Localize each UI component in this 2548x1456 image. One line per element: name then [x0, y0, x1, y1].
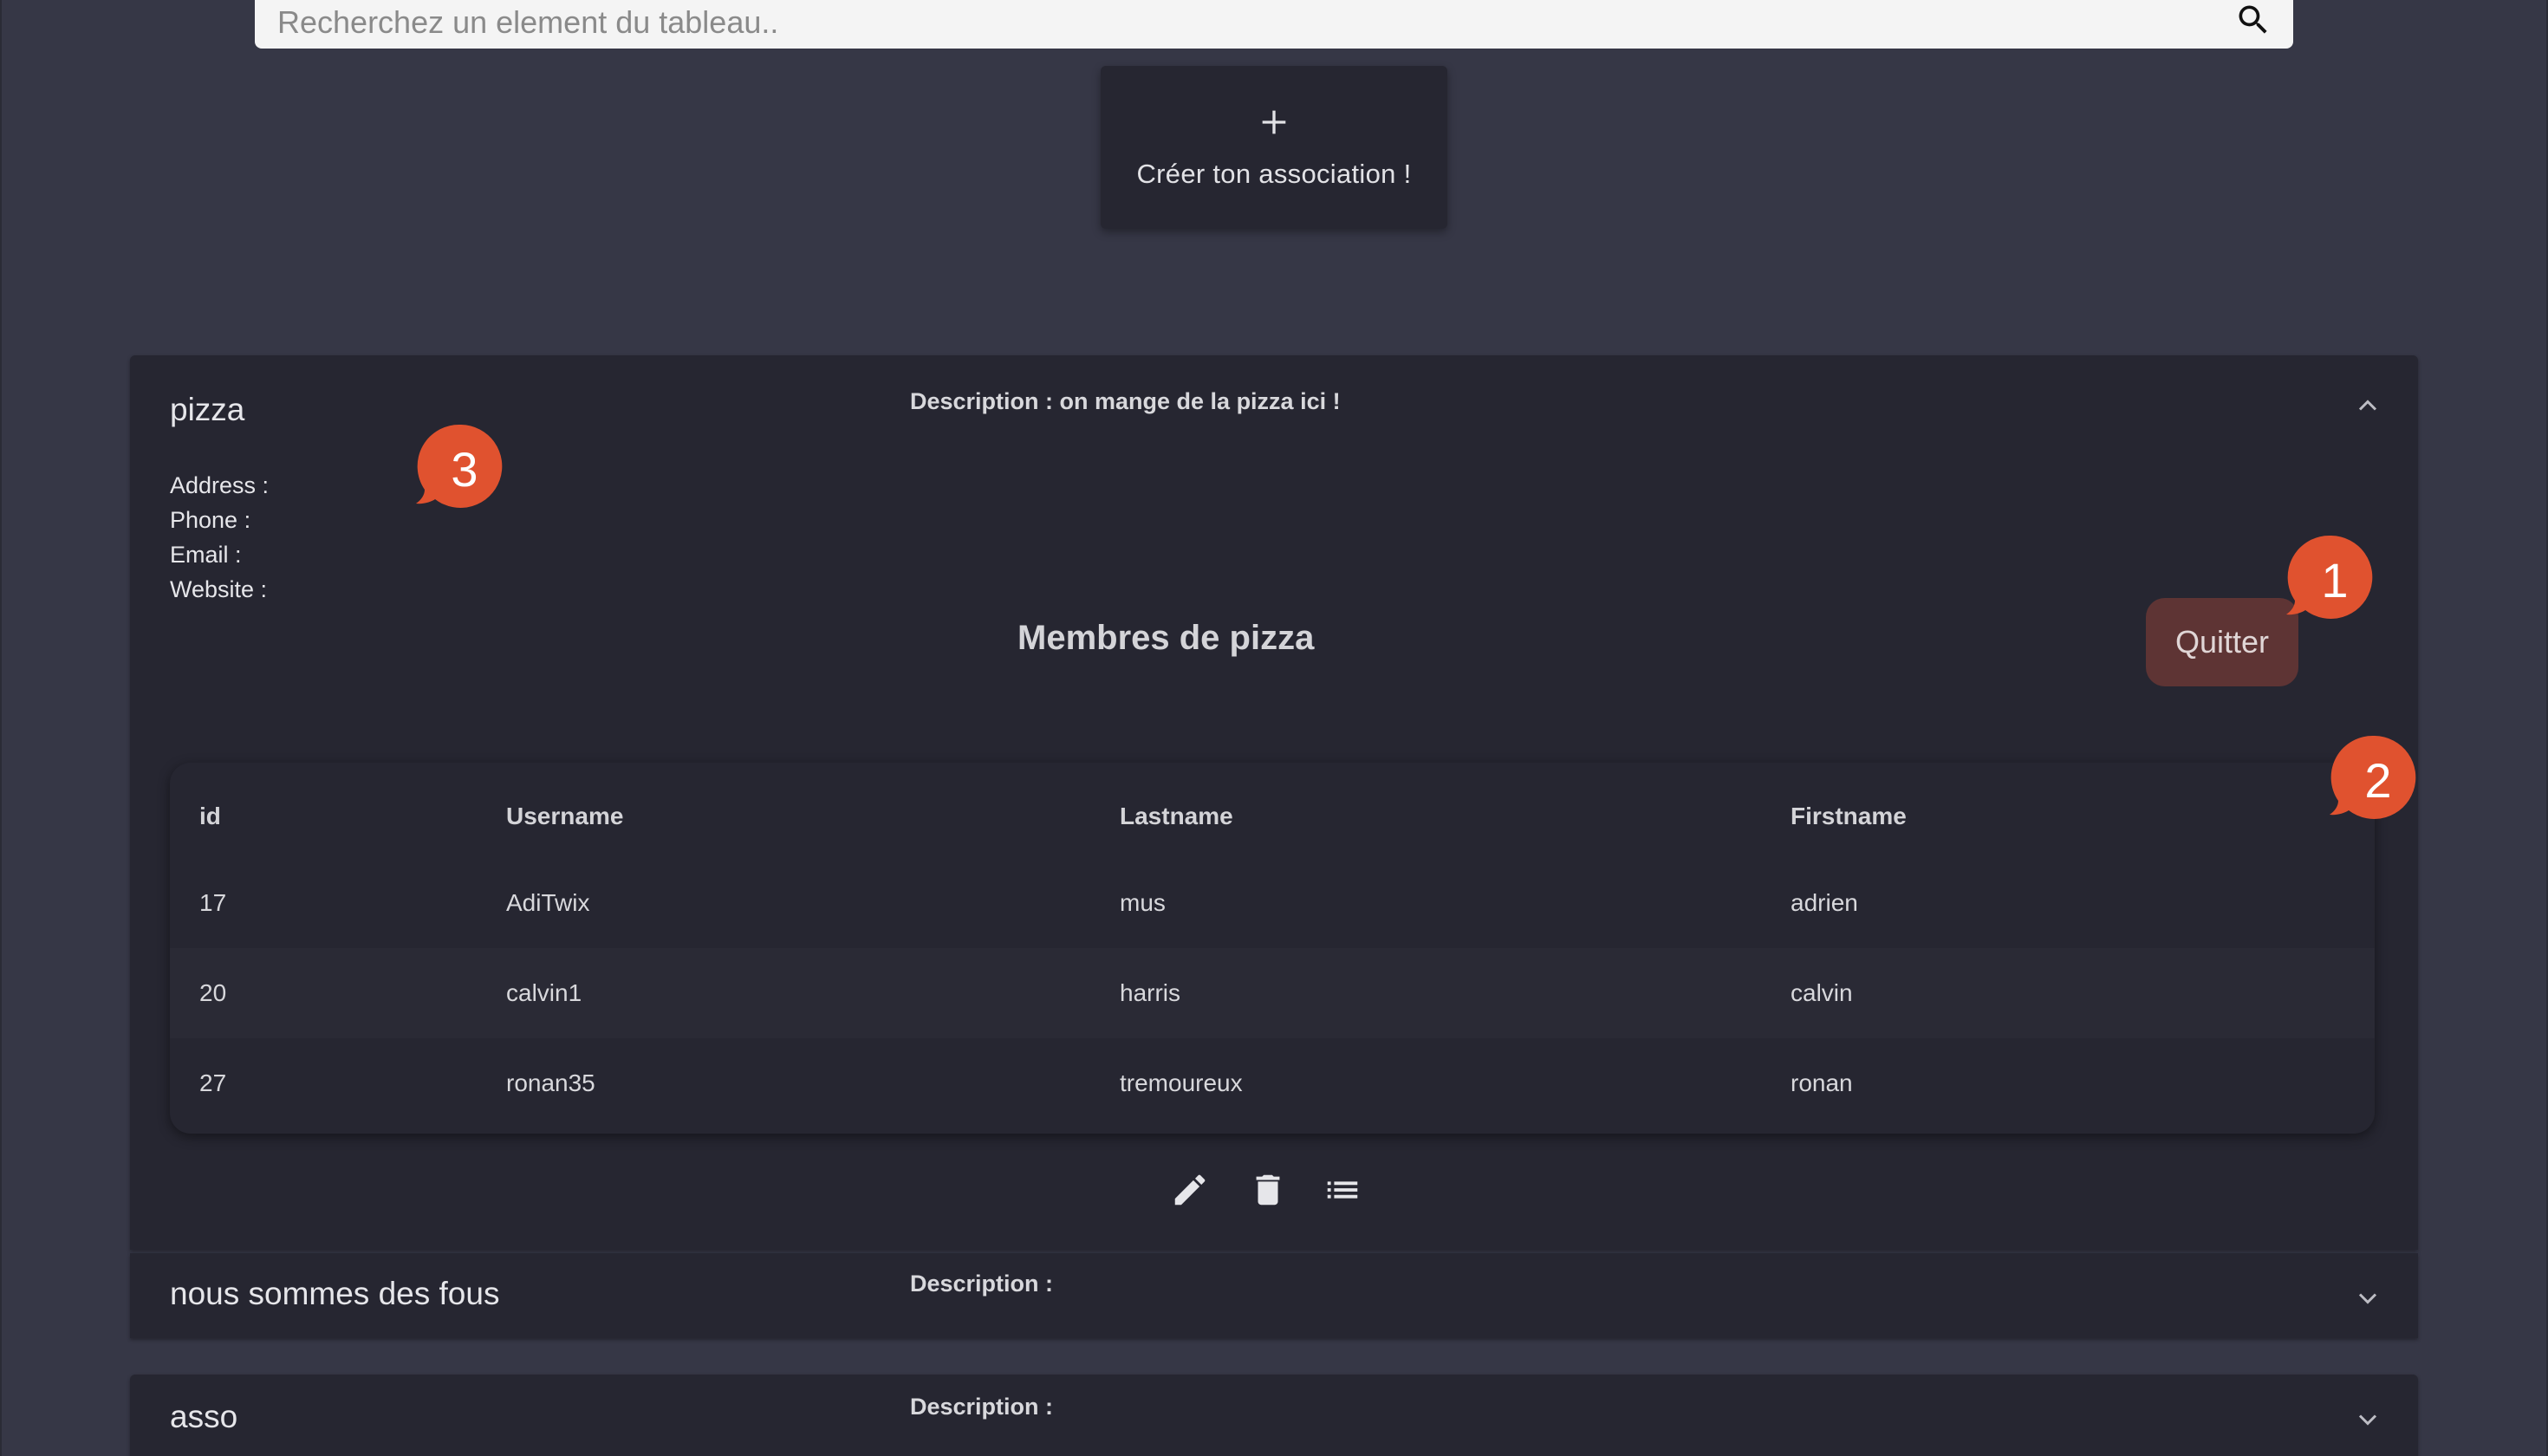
website-label: Website :	[170, 576, 268, 602]
search-icon[interactable]	[2234, 1, 2272, 39]
window-edge-left	[0, 0, 2, 1456]
address-label: Address :	[170, 472, 270, 498]
cell-username: ronan35	[506, 1069, 595, 1096]
association-description: Description :	[910, 1394, 1054, 1420]
cell-username: AdiTwix	[506, 889, 590, 916]
association-name[interactable]: pizza	[170, 392, 244, 428]
cell-firstname: ronan	[1791, 1069, 1853, 1096]
column-header-lastname[interactable]: Lastname	[1120, 763, 1233, 858]
cell-id: 17	[199, 889, 227, 916]
delete-icon[interactable]	[1248, 1170, 1288, 1210]
column-header-username[interactable]: Username	[506, 763, 623, 858]
create-association-label: Créer ton association !	[1136, 159, 1412, 189]
association-name[interactable]: asso	[170, 1399, 237, 1435]
chevron-down-icon[interactable]	[2352, 1283, 2383, 1314]
list-icon[interactable]	[1323, 1170, 1362, 1210]
callout-marker-2: 2	[2323, 731, 2418, 826]
column-header-id[interactable]: id	[199, 763, 221, 858]
table-row[interactable]: 20 calvin1 harris calvin	[170, 948, 2375, 1038]
plus-icon	[1262, 110, 1286, 134]
chevron-up-icon[interactable]	[2352, 390, 2383, 421]
cell-lastname: tremoureux	[1120, 1069, 1243, 1096]
cell-username: calvin1	[506, 979, 582, 1006]
cell-id: 27	[199, 1069, 227, 1096]
association-panel-nous-sommes-des-fous[interactable]: nous sommes des fous Description :	[130, 1253, 2418, 1338]
association-actions	[1170, 1170, 1378, 1222]
cell-lastname: mus	[1120, 889, 1166, 916]
quit-button[interactable]: Quitter	[2146, 598, 2298, 686]
table-row[interactable]: 17 AdiTwix mus adrien	[170, 858, 2375, 948]
search-input[interactable]	[276, 0, 2234, 42]
association-panel-asso[interactable]: asso Description :	[130, 1375, 2418, 1456]
callout-number: 1	[2321, 552, 2349, 608]
create-association-button[interactable]: Créer ton association !	[1101, 66, 1447, 229]
members-table: id Username Lastname Firstname 17 AdiTwi…	[170, 763, 2375, 1134]
members-title: Membres de pizza	[1017, 619, 1315, 657]
email-label: Email :	[170, 542, 242, 568]
association-description: Description :	[910, 1271, 1054, 1297]
phone-label: Phone :	[170, 507, 251, 533]
search-bar	[255, 0, 2293, 49]
chevron-down-icon[interactable]	[2352, 1404, 2383, 1435]
callout-number: 3	[451, 441, 478, 497]
edit-icon[interactable]	[1170, 1170, 1210, 1210]
cell-lastname: harris	[1120, 979, 1181, 1006]
table-row[interactable]: 27 ronan35 tremoureux ronan	[170, 1038, 2375, 1128]
column-header-firstname[interactable]: Firstname	[1791, 763, 1907, 858]
callout-marker-3: 3	[409, 419, 504, 515]
callout-number: 2	[2364, 752, 2392, 808]
cell-firstname: calvin	[1791, 979, 1853, 1006]
table-header-row: id Username Lastname Firstname	[170, 763, 2375, 858]
page: Créer ton association ! pizza Descriptio…	[0, 0, 2548, 1456]
callout-marker-1: 1	[2279, 530, 2375, 626]
cell-firstname: adrien	[1791, 889, 1858, 916]
association-name[interactable]: nous sommes des fous	[170, 1276, 499, 1312]
cell-id: 20	[199, 979, 227, 1006]
association-info: Address : Phone : Email : Website :	[170, 468, 269, 607]
association-description: Description : on mange de la pizza ici !	[910, 388, 1341, 414]
